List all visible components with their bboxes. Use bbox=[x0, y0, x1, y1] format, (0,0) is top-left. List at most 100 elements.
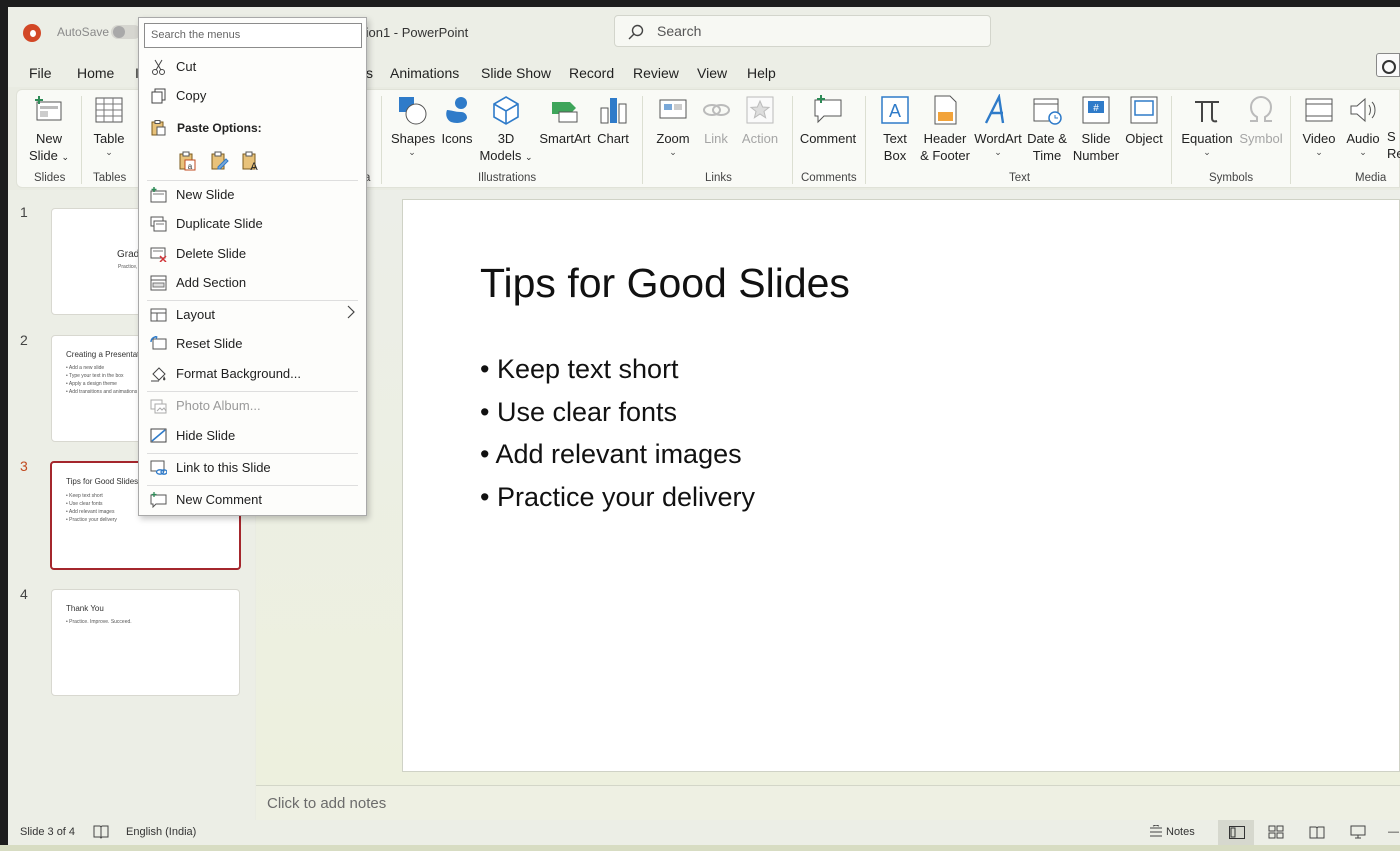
zoom-out-icon[interactable]: — bbox=[1388, 826, 1399, 838]
slide-number-label-2: Number bbox=[1072, 148, 1120, 163]
slideshow-view-icon[interactable] bbox=[1350, 825, 1366, 839]
link-slide-icon bbox=[150, 460, 167, 475]
object-button[interactable]: Object bbox=[1122, 94, 1166, 147]
paste-keep-source-formatting-icon[interactable] bbox=[209, 151, 229, 171]
new-slide-button[interactable]: New Slide ⌄ bbox=[27, 94, 71, 166]
language-indicator[interactable]: English (India) bbox=[126, 826, 196, 838]
menu-item-add-section[interactable]: Add Section bbox=[139, 269, 366, 297]
header-footer-button[interactable]: Header & Footer bbox=[917, 94, 973, 164]
icons-button[interactable]: Icons bbox=[439, 94, 475, 147]
tab-record[interactable]: Record bbox=[569, 65, 614, 81]
tab-animations[interactable]: Animations bbox=[390, 65, 459, 81]
accessibility-check-icon[interactable] bbox=[93, 825, 109, 839]
normal-view-button[interactable] bbox=[1218, 820, 1254, 845]
wordart-button[interactable]: WordArt ⌄ bbox=[974, 94, 1022, 157]
current-slide-canvas[interactable]: Tips for Good Slides • Keep text short •… bbox=[402, 199, 1400, 772]
menu-item-reset-slide[interactable]: Reset Slide bbox=[139, 330, 366, 358]
slide-bullet[interactable]: • Use clear fonts bbox=[480, 397, 677, 428]
tab-transitions[interactable]: s bbox=[366, 65, 373, 81]
tab-home[interactable]: Home bbox=[77, 65, 114, 81]
equation-button[interactable]: Equation ⌄ bbox=[1179, 94, 1235, 157]
menu-item-layout[interactable]: Layout bbox=[139, 301, 366, 329]
menu-item-delete-slide[interactable]: Delete Slide bbox=[139, 240, 366, 268]
video-button[interactable]: Video ⌄ bbox=[1299, 94, 1339, 157]
tab-file[interactable]: File bbox=[29, 65, 52, 81]
table-button[interactable]: Table ⌄ bbox=[89, 94, 129, 157]
menu-item-hide-slide[interactable]: Hide Slide bbox=[139, 422, 366, 450]
screen-recording-button[interactable]: S Re bbox=[1387, 128, 1400, 162]
slide-number: 4 bbox=[20, 586, 28, 602]
add-section-icon bbox=[150, 275, 167, 291]
comment-label: Comment bbox=[799, 131, 857, 146]
action-button[interactable]: Action bbox=[738, 94, 782, 147]
slide-bullet[interactable]: • Practice your delivery bbox=[480, 482, 755, 513]
reading-view-icon[interactable] bbox=[1309, 825, 1325, 839]
paste-use-destination-theme-icon[interactable]: a bbox=[177, 151, 197, 171]
chevron-down-icon: ⌄ bbox=[408, 147, 416, 157]
tab-view[interactable]: View bbox=[697, 65, 727, 81]
slide-bullet[interactable]: • Keep text short bbox=[480, 354, 679, 385]
duplicate-slide-icon bbox=[150, 216, 167, 232]
slide-thumbnail-4[interactable]: Thank You • Practice. Improve. Succeed. bbox=[51, 589, 240, 696]
window-top-border bbox=[0, 0, 1400, 7]
icons-label: Icons bbox=[441, 131, 473, 146]
menu-item-copy[interactable]: Copy bbox=[139, 82, 366, 110]
smartart-button[interactable]: SmartArt bbox=[538, 94, 592, 147]
object-icon bbox=[1130, 96, 1158, 124]
search-box[interactable]: Search bbox=[614, 15, 991, 47]
paste-keep-text-only-icon[interactable]: A bbox=[240, 151, 260, 171]
menu-search-input[interactable]: Search the menus bbox=[144, 23, 362, 48]
slide-bullet[interactable]: • Add relevant images bbox=[480, 439, 742, 470]
comment-icon bbox=[150, 492, 167, 508]
menu-item-cut[interactable]: Cut bbox=[139, 53, 366, 81]
menu-item-label: Delete Slide bbox=[176, 246, 247, 261]
action-label: Action bbox=[741, 131, 779, 146]
paint-bucket-icon bbox=[151, 367, 166, 382]
menu-item-label: Format Background... bbox=[176, 366, 301, 381]
menu-item-photo-album[interactable]: Photo Album... bbox=[139, 392, 366, 420]
date-time-button[interactable]: Date & Time bbox=[1025, 94, 1069, 164]
text-box-button[interactable]: A Text Box bbox=[873, 94, 917, 164]
symbol-label: Symbol bbox=[1239, 131, 1283, 146]
svg-text:#: # bbox=[1093, 103, 1099, 114]
notes-pane[interactable]: Click to add notes bbox=[256, 785, 1400, 820]
slide-number-button[interactable]: # Slide Number bbox=[1070, 94, 1122, 164]
zoom-button[interactable]: Zoom ⌄ bbox=[651, 94, 695, 157]
tab-slide-show[interactable]: Slide Show bbox=[481, 65, 551, 81]
tab-review[interactable]: Review bbox=[633, 65, 679, 81]
menu-item-format-background[interactable]: Format Background... bbox=[139, 360, 366, 388]
search-placeholder: Search bbox=[657, 23, 702, 39]
new-slide-label: New bbox=[35, 131, 62, 146]
record-button[interactable] bbox=[1376, 53, 1400, 77]
normal-view-icon bbox=[1229, 826, 1245, 839]
notes-toggle[interactable]: Notes bbox=[1166, 826, 1195, 838]
thumbnail-bullet: • Keep text short bbox=[66, 493, 103, 499]
menu-item-new-comment[interactable]: New Comment bbox=[139, 486, 366, 514]
menu-item-duplicate-slide[interactable]: Duplicate Slide bbox=[139, 210, 366, 238]
calendar-icon bbox=[1033, 98, 1062, 125]
audio-button[interactable]: Audio ⌄ bbox=[1343, 94, 1383, 157]
slide-title[interactable]: Tips for Good Slides bbox=[480, 260, 850, 307]
menu-item-label: New Slide bbox=[176, 187, 235, 202]
hide-slide-icon bbox=[150, 428, 167, 443]
3d-models-button[interactable]: 3D Models ⌄ bbox=[479, 94, 533, 166]
link-button[interactable]: Link bbox=[698, 94, 734, 147]
group-label-text: Text bbox=[1009, 172, 1031, 184]
symbol-button[interactable]: Symbol bbox=[1236, 94, 1286, 147]
autosave-toggle[interactable] bbox=[111, 25, 141, 39]
header-footer-label-2: & Footer bbox=[920, 148, 970, 163]
slide-sorter-icon[interactable] bbox=[1268, 825, 1284, 839]
text-box-label: Text bbox=[883, 131, 907, 146]
menu-item-label: Reset Slide bbox=[176, 336, 243, 351]
menu-item-new-slide[interactable]: New Slide bbox=[139, 181, 366, 209]
document-title: tion1 - PowerPoint bbox=[362, 25, 469, 40]
menu-item-link-to-slide[interactable]: Link to this Slide bbox=[139, 454, 366, 482]
tab-help[interactable]: Help bbox=[747, 65, 776, 81]
comment-button[interactable]: Comment bbox=[799, 94, 857, 147]
wordart-label: WordArt bbox=[974, 131, 1022, 146]
thumbnail-bullet: • Add a new slide bbox=[66, 365, 105, 371]
chart-button[interactable]: Chart bbox=[595, 94, 631, 147]
new-slide-label-2: Slide bbox=[28, 148, 58, 163]
smartart-icon bbox=[552, 102, 578, 123]
shapes-button[interactable]: Shapes ⌄ bbox=[391, 94, 435, 157]
